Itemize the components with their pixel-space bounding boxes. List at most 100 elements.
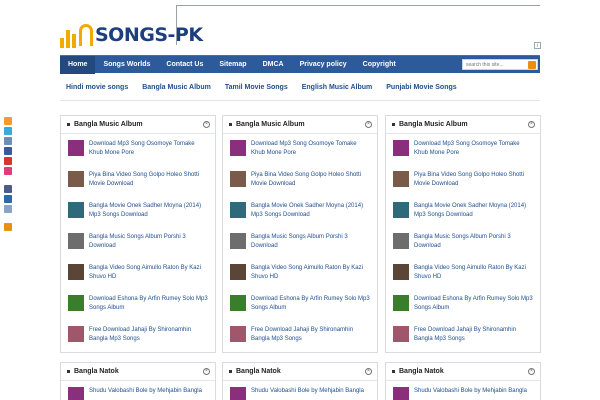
song-thumbnail[interactable]: [393, 387, 409, 400]
list-item[interactable]: Bangla Video Song Aimullo Raton By Kazi …: [68, 264, 209, 295]
song-link[interactable]: Piya Bina Video Song Golpo Holeo Shotti …: [251, 171, 371, 189]
nav-privacy-policy[interactable]: Privacy policy: [292, 56, 355, 74]
song-thumbnail[interactable]: [230, 295, 246, 311]
list-item[interactable]: Download Eshona By Arfin Rumey Solo Mp3 …: [393, 295, 534, 326]
list-item[interactable]: Shudu Valobashi Bole by Mehjabin Bangla: [68, 387, 209, 400]
song-thumbnail[interactable]: [230, 233, 246, 249]
song-link[interactable]: Bangla Video Song Aimullo Raton By Kazi …: [414, 264, 534, 282]
song-link[interactable]: Shudu Valobashi Bole by Mehjabin Bangla: [89, 387, 202, 396]
song-link[interactable]: Download Eshona By Arfin Rumey Solo Mp3 …: [89, 295, 209, 313]
feed-icon[interactable]: [4, 223, 12, 231]
list-item[interactable]: Bangla Music Songs Album Porshi 3 Downlo…: [68, 233, 209, 264]
email-icon[interactable]: [4, 205, 12, 213]
close-icon[interactable]: ×: [528, 121, 535, 128]
list-item[interactable]: Shudu Valobashi Bole by Mehjabin Bangla: [230, 387, 371, 400]
adchoices-icon[interactable]: i: [534, 42, 541, 49]
song-thumbnail[interactable]: [68, 264, 84, 280]
facebook-icon[interactable]: [4, 147, 12, 155]
song-thumbnail[interactable]: [230, 140, 246, 156]
list-item[interactable]: Download Eshona By Arfin Rumey Solo Mp3 …: [230, 295, 371, 326]
nav-songs-worlds[interactable]: Songs Worlds: [95, 56, 158, 74]
song-link[interactable]: Bangla Movie Onek Sadher Moyna (2014) Mp…: [251, 202, 371, 220]
search-input[interactable]: [463, 60, 527, 69]
category-hindi-movie-songs[interactable]: Hindi movie songs: [66, 84, 142, 91]
song-link[interactable]: Bangla Music Songs Album Porshi 3 Downlo…: [251, 233, 371, 251]
song-thumbnail[interactable]: [393, 295, 409, 311]
song-link[interactable]: Free Download Jahaji By Shironamhin Bang…: [251, 326, 371, 344]
ad-banner[interactable]: [176, 5, 540, 45]
song-link[interactable]: Download Eshona By Arfin Rumey Solo Mp3 …: [251, 295, 371, 313]
close-icon[interactable]: ×: [365, 121, 372, 128]
category-english-music-album[interactable]: English Music Album: [302, 84, 387, 91]
nav-contact-us[interactable]: Contact Us: [158, 56, 211, 74]
song-thumbnail[interactable]: [393, 140, 409, 156]
song-link[interactable]: Bangla Movie Onek Sadher Moyna (2014) Mp…: [414, 202, 534, 220]
song-link[interactable]: Download Mp3 Song Osomoye Tomake Khub Mo…: [251, 140, 371, 158]
flickr-icon[interactable]: [4, 167, 12, 175]
song-link[interactable]: Piya Bina Video Song Golpo Holeo Shotti …: [414, 171, 534, 189]
song-link[interactable]: Free Download Jahaji By Shironamhin Bang…: [414, 326, 534, 344]
song-link[interactable]: Download Eshona By Arfin Rumey Solo Mp3 …: [414, 295, 534, 313]
list-item[interactable]: Free Download Jahaji By Shironamhin Bang…: [68, 326, 209, 357]
list-item[interactable]: Bangla Movie Onek Sadher Moyna (2014) Mp…: [230, 202, 371, 233]
song-thumbnail[interactable]: [68, 387, 84, 400]
youtube-icon[interactable]: [4, 157, 12, 165]
category-punjabi-movie-songs[interactable]: Punjabi Movie Songs: [386, 84, 470, 91]
nav-sitemap[interactable]: Sitemap: [211, 56, 254, 74]
list-item[interactable]: Download Mp3 Song Osomoye Tomake Khub Mo…: [393, 140, 534, 171]
song-thumbnail[interactable]: [230, 264, 246, 280]
twitter-icon[interactable]: [4, 127, 12, 135]
list-item[interactable]: Free Download Jahaji By Shironamhin Bang…: [230, 326, 371, 357]
list-item[interactable]: Download Eshona By Arfin Rumey Solo Mp3 …: [68, 295, 209, 326]
song-link[interactable]: Download Mp3 Song Osomoye Tomake Khub Mo…: [414, 140, 534, 158]
song-thumbnail[interactable]: [230, 202, 246, 218]
close-icon[interactable]: ×: [528, 368, 535, 375]
list-item[interactable]: Download Mp3 Song Osomoye Tomake Khub Mo…: [68, 140, 209, 171]
list-item[interactable]: Bangla Video Song Aimullo Raton By Kazi …: [393, 264, 534, 295]
delicious-icon[interactable]: [4, 137, 12, 145]
song-thumbnail[interactable]: [68, 140, 84, 156]
song-thumbnail[interactable]: [393, 233, 409, 249]
nav-copyright[interactable]: Copyright: [355, 56, 404, 74]
list-item[interactable]: Download Mp3 Song Osomoye Tomake Khub Mo…: [230, 140, 371, 171]
close-icon[interactable]: ×: [365, 368, 372, 375]
song-link[interactable]: Bangla Music Songs Album Porshi 3 Downlo…: [414, 233, 534, 251]
song-thumbnail[interactable]: [68, 326, 84, 342]
song-thumbnail[interactable]: [230, 387, 246, 400]
close-icon[interactable]: ×: [203, 121, 210, 128]
nav-home[interactable]: Home: [60, 56, 96, 74]
song-link[interactable]: Free Download Jahaji By Shironamhin Bang…: [89, 326, 209, 344]
song-thumbnail[interactable]: [230, 326, 246, 342]
song-link[interactable]: Shudu Valobashi Bole by Mehjabin Bangla: [414, 387, 527, 396]
nav-dmca[interactable]: DMCA: [255, 56, 292, 74]
category-tamil-movie-songs[interactable]: Tamil Movie Songs: [225, 84, 302, 91]
song-link[interactable]: Piya Bina Video Song Golpo Holeo Shotti …: [89, 171, 209, 189]
song-thumbnail[interactable]: [393, 202, 409, 218]
list-item[interactable]: Bangla Music Songs Album Porshi 3 Downlo…: [393, 233, 534, 264]
song-thumbnail[interactable]: [68, 202, 84, 218]
list-item[interactable]: Bangla Movie Onek Sadher Moyna (2014) Mp…: [393, 202, 534, 233]
song-link[interactable]: Download Mp3 Song Osomoye Tomake Khub Mo…: [89, 140, 209, 158]
list-item[interactable]: Piya Bina Video Song Golpo Holeo Shotti …: [393, 171, 534, 202]
list-item[interactable]: Shudu Valobashi Bole by Mehjabin Bangla: [393, 387, 534, 400]
song-link[interactable]: Bangla Video Song Aimullo Raton By Kazi …: [89, 264, 209, 282]
linkedin-icon[interactable]: [4, 195, 12, 203]
list-item[interactable]: Bangla Music Songs Album Porshi 3 Downlo…: [230, 233, 371, 264]
list-item[interactable]: Piya Bina Video Song Golpo Holeo Shotti …: [230, 171, 371, 202]
search-button[interactable]: [528, 60, 536, 69]
song-thumbnail[interactable]: [393, 264, 409, 280]
close-icon[interactable]: ×: [203, 368, 210, 375]
list-item[interactable]: Bangla Movie Onek Sadher Moyna (2014) Mp…: [68, 202, 209, 233]
category-bangla-music-album[interactable]: Bangla Music Album: [142, 84, 225, 91]
song-thumbnail[interactable]: [68, 171, 84, 187]
song-thumbnail[interactable]: [393, 326, 409, 342]
song-thumbnail[interactable]: [68, 233, 84, 249]
song-thumbnail[interactable]: [393, 171, 409, 187]
song-thumbnail[interactable]: [230, 171, 246, 187]
song-link[interactable]: Shudu Valobashi Bole by Mehjabin Bangla: [251, 387, 364, 396]
rss-icon[interactable]: [4, 117, 12, 125]
song-link[interactable]: Bangla Movie Onek Sadher Moyna (2014) Mp…: [89, 202, 209, 220]
list-item[interactable]: Free Download Jahaji By Shironamhin Bang…: [393, 326, 534, 357]
list-item[interactable]: Piya Bina Video Song Golpo Holeo Shotti …: [68, 171, 209, 202]
song-link[interactable]: Bangla Music Songs Album Porshi 3 Downlo…: [89, 233, 209, 251]
